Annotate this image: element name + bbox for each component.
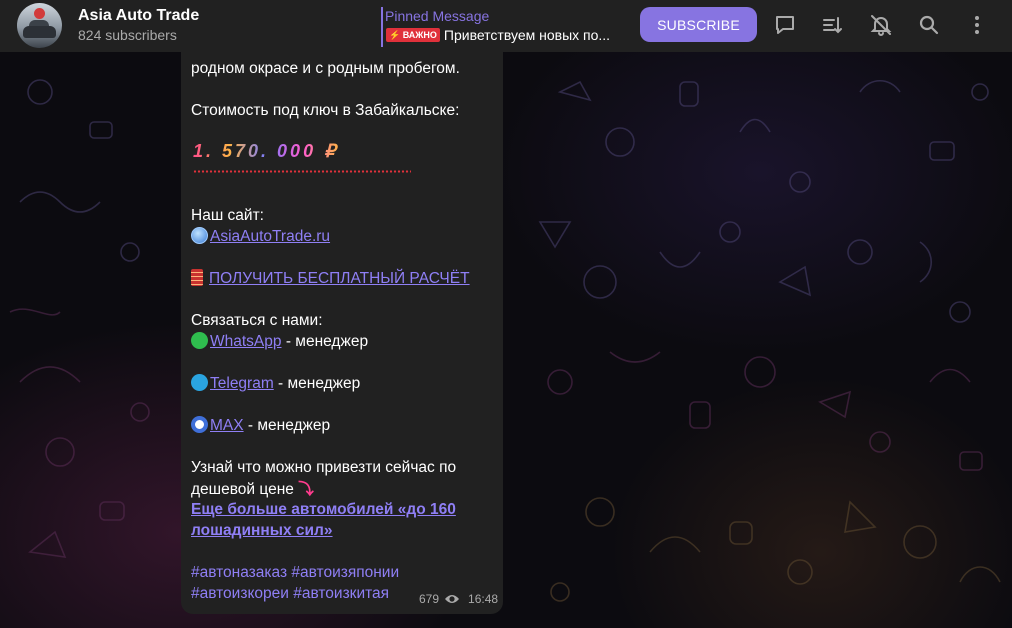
contact-label: Связаться с нами: bbox=[191, 312, 323, 329]
site-label: Наш сайт: bbox=[191, 207, 264, 224]
message-meta: 679 16:48 bbox=[419, 592, 498, 606]
mute-icon[interactable] bbox=[867, 11, 895, 39]
pinned-preview: ⚡ ВАЖНО Приветствуем новых по... bbox=[386, 27, 644, 43]
whatsapp-icon bbox=[191, 332, 208, 349]
search-icon[interactable] bbox=[915, 11, 943, 39]
price-value: 1. 570. 000 ₽ bbox=[193, 141, 339, 161]
comments-icon[interactable] bbox=[771, 11, 799, 39]
site-row: AsiaAutoTrade.ru bbox=[191, 226, 330, 247]
views-count: 679 bbox=[419, 592, 440, 606]
contact-whatsapp: WhatsApp - менеджер bbox=[191, 331, 368, 352]
contact-max: MAX - менеджер bbox=[191, 415, 330, 436]
promo-line-2-row: дешевой цене ⤵ bbox=[191, 479, 314, 500]
message-text-line: родном окрасе и с родным пробегом. bbox=[191, 60, 460, 77]
promo-link-line-1[interactable]: Еще больше автомобилей «до 160 bbox=[191, 499, 456, 520]
hashtags-line-2[interactable]: #автоизкореи #автоизкитая bbox=[191, 583, 389, 604]
max-role: - менеджер bbox=[243, 417, 331, 434]
telegram-link[interactable]: Telegram bbox=[210, 375, 274, 392]
more-vertical-icon[interactable] bbox=[963, 11, 991, 39]
price-intro: Стоимость под ключ в Забайкальске: bbox=[191, 102, 460, 119]
channel-avatar[interactable] bbox=[17, 3, 62, 48]
dotted-separator bbox=[193, 170, 411, 173]
pinned-message[interactable]: Pinned Message ⚡ ВАЖНО Приветствуем новы… bbox=[381, 7, 621, 47]
globe-icon bbox=[191, 227, 208, 244]
calc-row: ПОЛУЧИТЬ БЕСПЛАТНЫЙ РАСЧЁТ bbox=[191, 268, 470, 289]
whatsapp-link[interactable]: WhatsApp bbox=[210, 333, 282, 350]
chat-header: Asia Auto Trade 824 subscribers Pinned M… bbox=[0, 0, 1012, 52]
promo-line-1: Узнай что можно привезти сейчас по bbox=[191, 459, 457, 476]
arrow-down-icon: ⤵ bbox=[298, 481, 314, 498]
film-icon bbox=[191, 269, 203, 286]
free-calculation-link[interactable]: ПОЛУЧИТЬ БЕСПЛАТНЫЙ РАСЧЁТ bbox=[209, 270, 470, 287]
max-link[interactable]: MAX bbox=[210, 417, 244, 434]
eye-icon bbox=[445, 595, 460, 603]
whatsapp-role: - менеджер bbox=[281, 333, 369, 350]
telegram-role: - менеджер bbox=[273, 375, 361, 392]
max-icon bbox=[191, 416, 208, 433]
contact-telegram: Telegram - менеджер bbox=[191, 373, 360, 394]
promo-line-2: дешевой цене bbox=[191, 481, 294, 498]
site-link[interactable]: AsiaAutoTrade.ru bbox=[210, 228, 330, 245]
subscribe-button[interactable]: SUBSCRIBE bbox=[640, 7, 757, 42]
sort-icon[interactable] bbox=[819, 11, 847, 39]
telegram-icon bbox=[191, 374, 208, 391]
subscriber-count: 824 subscribers bbox=[78, 27, 177, 43]
pinned-label: Pinned Message bbox=[385, 8, 490, 24]
hashtags-line-1[interactable]: #автоназаказ #автоизяпонии bbox=[191, 562, 399, 583]
promo-link-line-2[interactable]: лошадинных сил» bbox=[191, 520, 333, 541]
chat-wallpaper bbox=[0, 52, 1012, 628]
message-time: 16:48 bbox=[468, 592, 499, 606]
pinned-badge: ⚡ ВАЖНО bbox=[386, 28, 440, 42]
pinned-text: Приветствуем новых по... bbox=[443, 27, 611, 43]
channel-title[interactable]: Asia Auto Trade bbox=[78, 7, 199, 25]
